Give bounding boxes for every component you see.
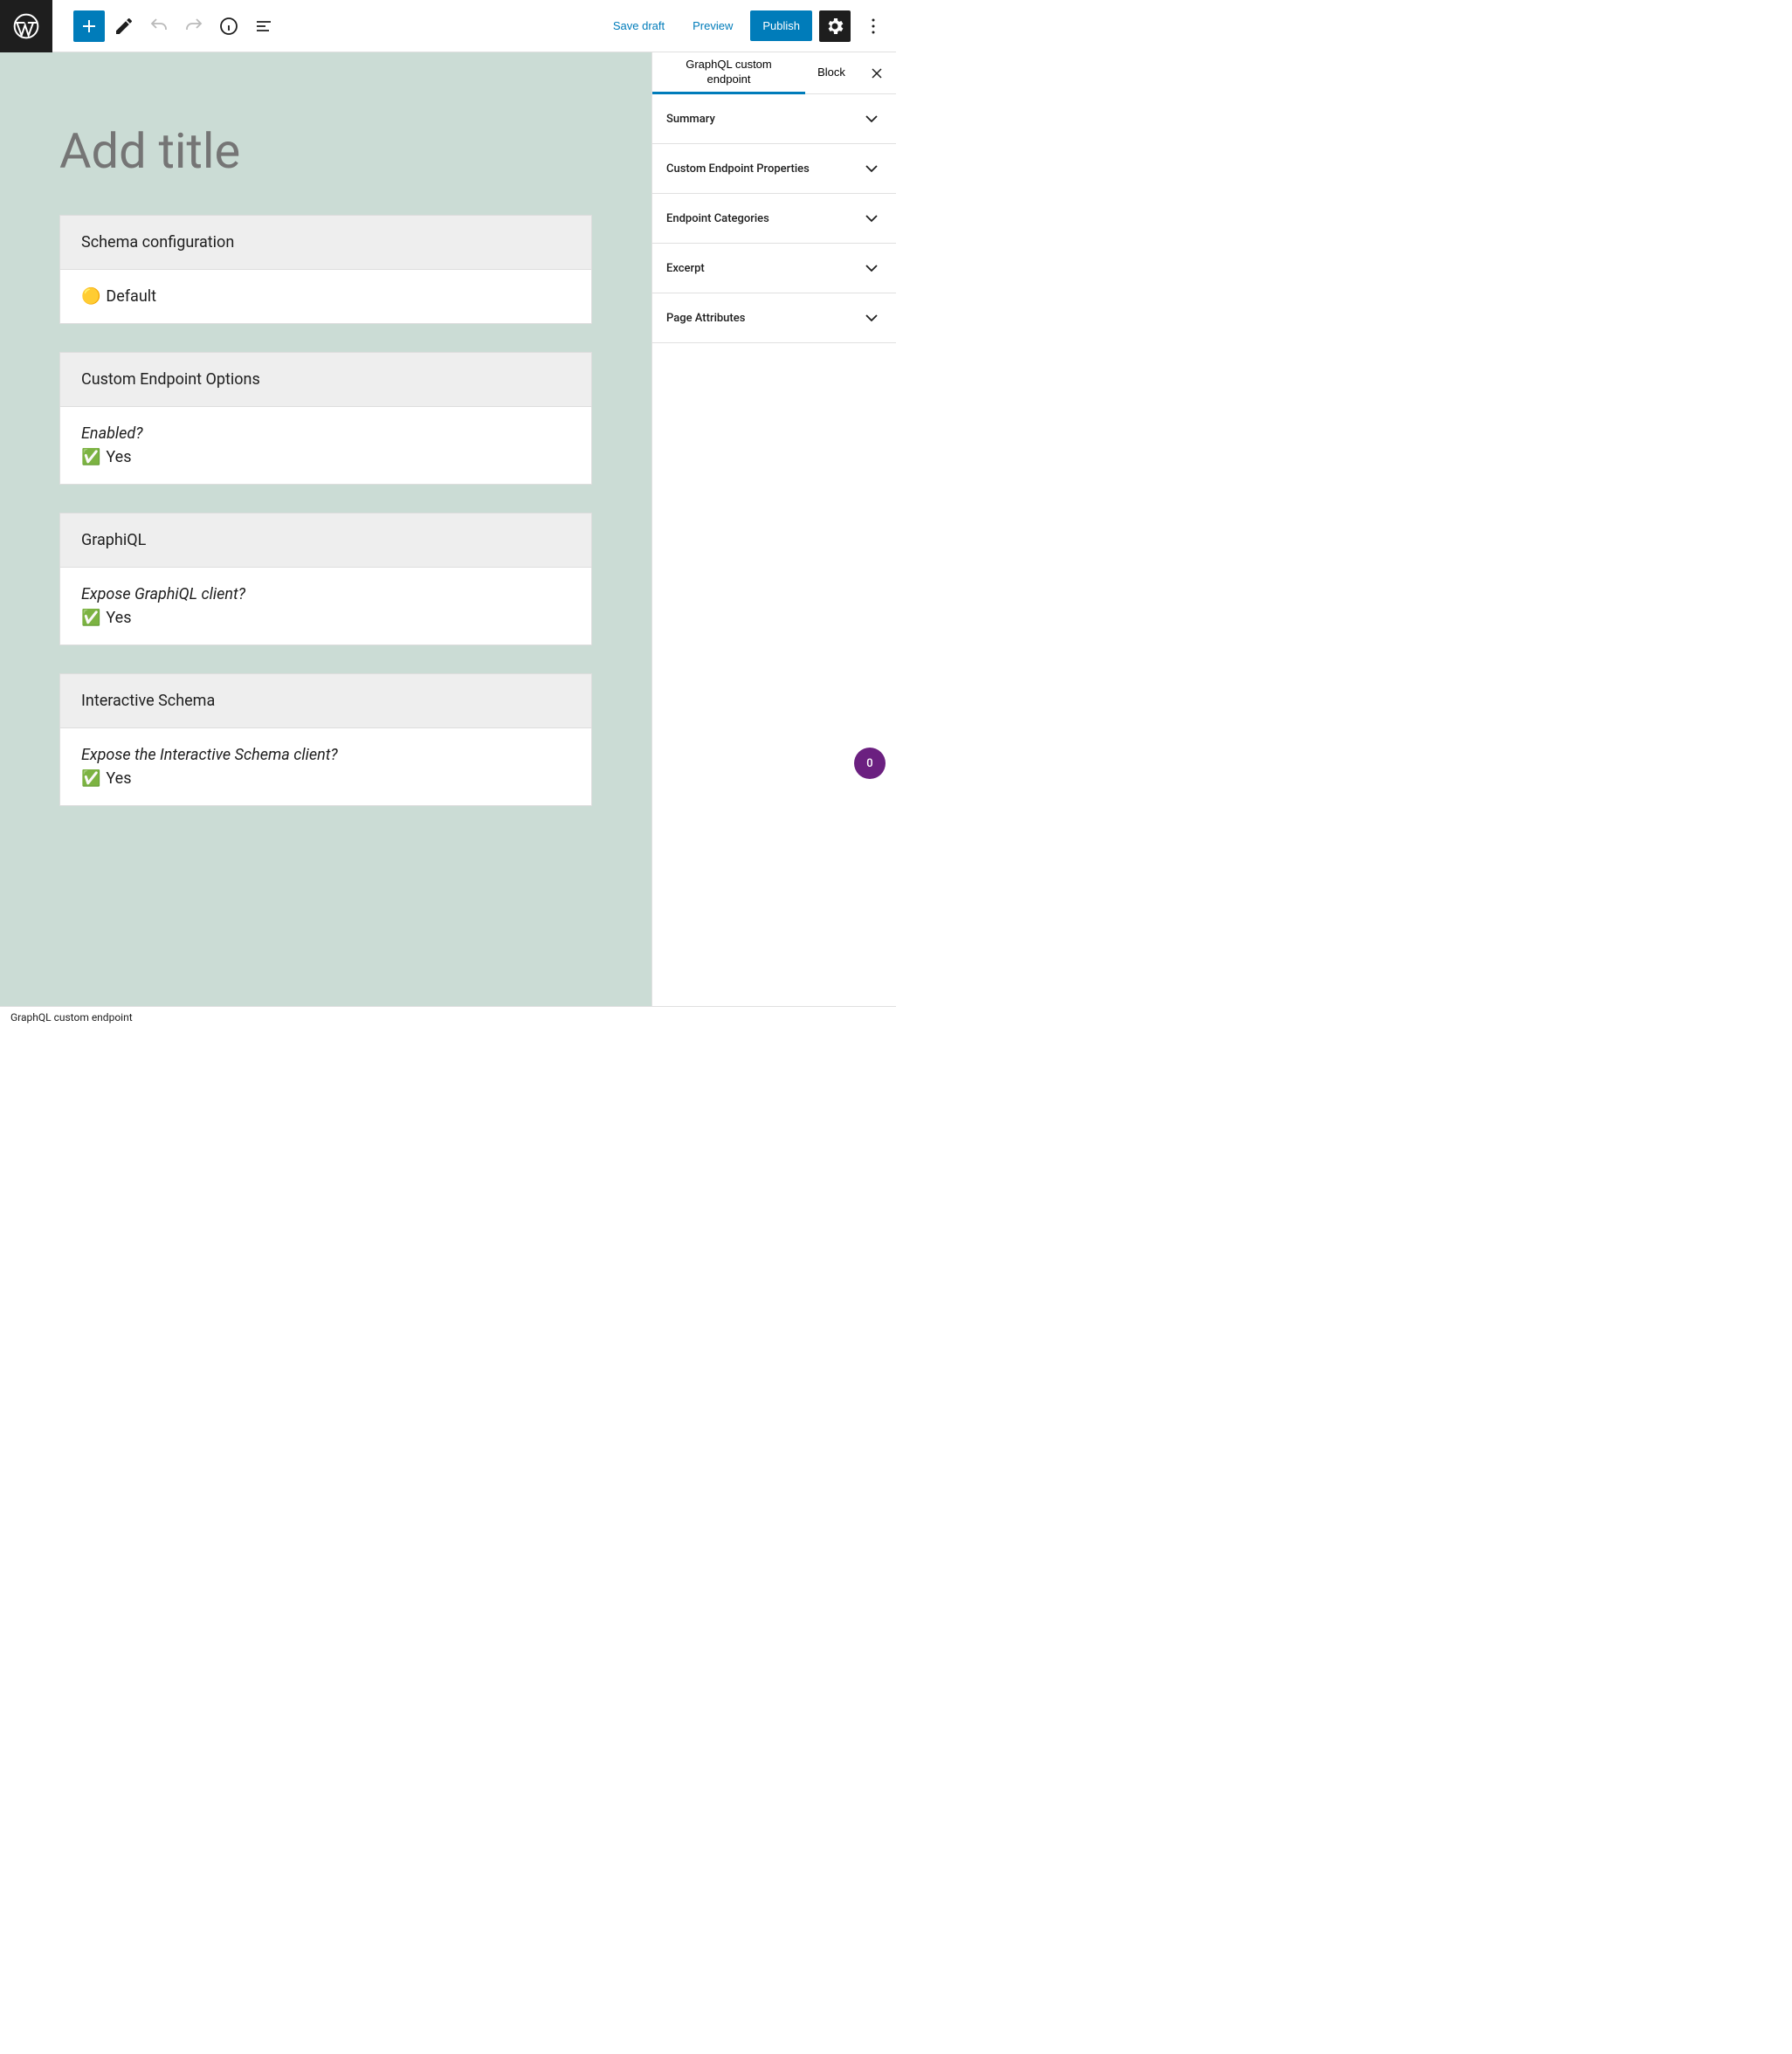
more-button[interactable]	[858, 10, 889, 42]
close-sidebar-button[interactable]	[858, 52, 896, 93]
value-text: Yes	[106, 609, 131, 627]
toolbar-left	[52, 10, 279, 42]
settings-button[interactable]	[819, 10, 851, 42]
chevron-down-icon	[861, 208, 882, 229]
panel-title: Page Attributes	[666, 312, 745, 325]
undo-button[interactable]	[143, 10, 175, 42]
panel-endpoint-categories[interactable]: Endpoint Categories	[652, 194, 896, 244]
tab-document[interactable]: GraphQL custom endpoint	[652, 52, 805, 94]
preview-button[interactable]: Preview	[682, 12, 743, 39]
undo-icon	[148, 16, 169, 37]
block-graphiql[interactable]: GraphiQL Expose GraphiQL client? ✅ Yes	[59, 513, 592, 645]
panel-title: Excerpt	[666, 262, 705, 275]
plus-icon	[79, 16, 100, 37]
editor-canvas[interactable]: Add title Schema configuration 🟡 Default…	[0, 52, 651, 1006]
info-icon	[218, 16, 239, 37]
block-header: GraphiQL	[60, 514, 591, 568]
block-value: ✅ Yes	[81, 448, 570, 466]
redo-button[interactable]	[178, 10, 210, 42]
block-header: Schema configuration	[60, 216, 591, 270]
value-text: Yes	[106, 448, 131, 466]
toolbar-right: Save draft Preview Publish	[603, 10, 896, 42]
block-question: Enabled?	[81, 424, 570, 443]
status-icon: ✅	[81, 609, 100, 627]
chevron-down-icon	[861, 158, 882, 179]
panel-custom-endpoint-properties[interactable]: Custom Endpoint Properties	[652, 144, 896, 194]
block-value: ✅ Yes	[81, 769, 570, 788]
add-block-button[interactable]	[73, 10, 105, 42]
top-toolbar: Save draft Preview Publish	[0, 0, 896, 52]
publish-button[interactable]: Publish	[750, 10, 812, 41]
save-draft-button[interactable]: Save draft	[603, 12, 675, 39]
tools-button[interactable]	[108, 10, 140, 42]
pencil-icon	[114, 16, 134, 37]
list-icon	[253, 16, 274, 37]
close-icon	[868, 65, 886, 82]
settings-sidebar: GraphQL custom endpoint Block Summary Cu…	[651, 52, 896, 1006]
block-schema-configuration[interactable]: Schema configuration 🟡 Default	[59, 215, 592, 324]
panel-title: Custom Endpoint Properties	[666, 162, 810, 176]
chevron-down-icon	[861, 307, 882, 328]
tab-block[interactable]: Block	[805, 52, 858, 93]
sidebar-tabs: GraphQL custom endpoint Block	[652, 52, 896, 94]
block-header: Custom Endpoint Options	[60, 353, 591, 407]
block-custom-endpoint-options[interactable]: Custom Endpoint Options Enabled? ✅ Yes	[59, 352, 592, 485]
panel-excerpt[interactable]: Excerpt	[652, 244, 896, 293]
panel-summary[interactable]: Summary	[652, 94, 896, 144]
chevron-down-icon	[861, 258, 882, 279]
panel-title: Endpoint Categories	[666, 212, 769, 225]
wordpress-icon	[12, 12, 40, 40]
value-text: Default	[106, 287, 156, 306]
block-header: Interactive Schema	[60, 674, 591, 728]
panel-title: Summary	[666, 113, 715, 126]
dots-vertical-icon	[863, 16, 884, 37]
outline-button[interactable]	[248, 10, 279, 42]
block-value: ✅ Yes	[81, 609, 570, 627]
value-text: Yes	[106, 769, 131, 788]
gear-icon	[824, 16, 845, 37]
breadcrumb-text[interactable]: GraphQL custom endpoint	[10, 1011, 133, 1024]
post-title-input[interactable]: Add title	[0, 105, 651, 215]
breadcrumb-footer: GraphQL custom endpoint	[0, 1006, 896, 1027]
info-button[interactable]	[213, 10, 245, 42]
notification-badge[interactable]: 0	[854, 748, 886, 779]
redo-icon	[183, 16, 204, 37]
status-icon: 🟡	[81, 287, 100, 306]
block-question: Expose the Interactive Schema client?	[81, 746, 570, 764]
wordpress-logo[interactable]	[0, 0, 52, 52]
chevron-down-icon	[861, 108, 882, 129]
status-icon: ✅	[81, 448, 100, 466]
block-interactive-schema[interactable]: Interactive Schema Expose the Interactiv…	[59, 673, 592, 806]
panel-page-attributes[interactable]: Page Attributes	[652, 293, 896, 343]
block-question: Expose GraphiQL client?	[81, 585, 570, 603]
block-value: 🟡 Default	[81, 287, 570, 306]
status-icon: ✅	[81, 769, 100, 788]
